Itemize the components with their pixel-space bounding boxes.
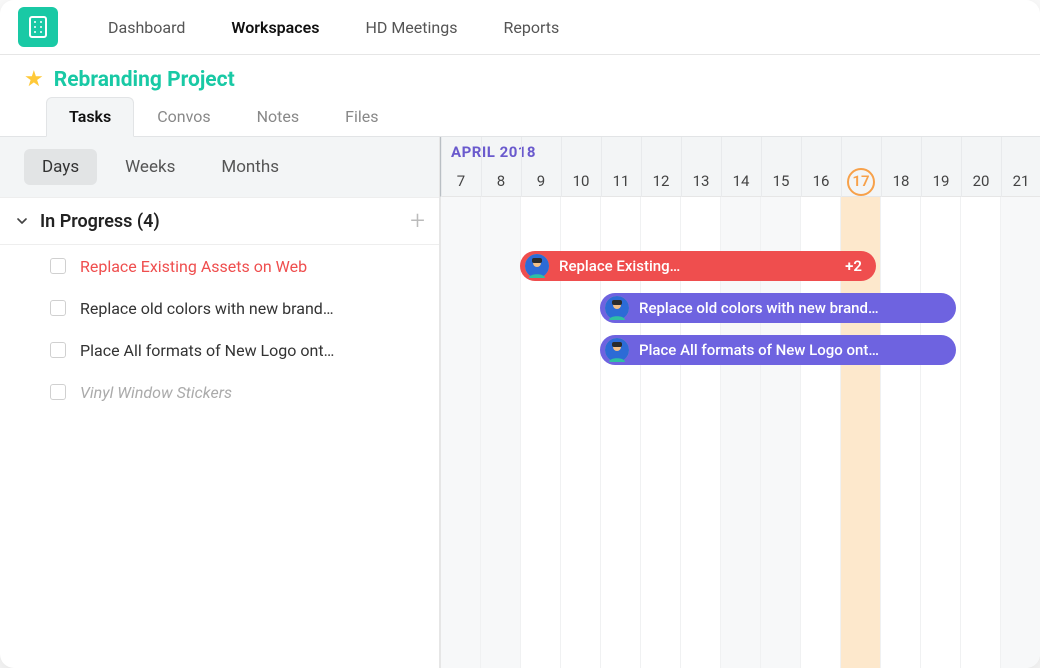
timeline-pane: APRIL 2018 789101112131415161718192021 R… [440,137,1040,668]
timeline-day-cell[interactable]: 11 [601,165,641,197]
timeline-day-row: 789101112131415161718192021 [441,165,1040,197]
tab-tasks[interactable]: Tasks [46,97,134,137]
assignee-avatar [605,338,629,362]
assignee-avatar [605,296,629,320]
add-task-button[interactable]: + [410,208,425,234]
app-logo[interactable] [18,7,58,47]
task-row[interactable]: Replace old colors with new brand… [0,287,439,329]
project-title: Rebranding Project [54,68,235,92]
timeline-day-cell[interactable]: 13 [681,165,721,197]
timeline-body[interactable]: Replace Existing… +2 Replace old colors wi… [440,197,1040,668]
timeline-day-cell[interactable]: 19 [921,165,961,197]
tab-notes[interactable]: Notes [234,97,323,137]
task-checkbox[interactable] [50,342,66,358]
task-list-pane: Days Weeks Months In Progress (4) + Repl… [0,137,440,668]
timeline-bar[interactable]: Place All formats of New Logo ont… [600,335,956,365]
timeline-day-cell[interactable]: 7 [441,165,481,197]
timeline-header: APRIL 2018 789101112131415161718192021 [440,137,1040,197]
task-checkbox[interactable] [50,258,66,274]
task-label: Vinyl Window Stickers [80,383,232,402]
task-checkbox[interactable] [50,300,66,316]
timeline-bar-label: Replace Existing… [559,257,835,275]
nav-hd-meetings[interactable]: HD Meetings [345,10,477,45]
building-icon [26,15,50,39]
star-icon[interactable]: ★ [24,67,44,92]
timeline-bar-label: Replace old colors with new brand… [639,299,942,317]
task-row[interactable]: Replace Existing Assets on Web [0,245,439,287]
timeline-bar[interactable]: Replace old colors with new brand… [600,293,956,323]
group-title: In Progress (4) [40,211,402,232]
app-window: Dashboard Workspaces HD Meetings Reports… [0,0,1040,668]
top-nav: Dashboard Workspaces HD Meetings Reports [0,0,1040,55]
tab-convos[interactable]: Convos [134,97,233,137]
task-row[interactable]: Place All formats of New Logo ont… [0,329,439,371]
tab-files[interactable]: Files [322,97,401,137]
nav-reports[interactable]: Reports [483,10,579,45]
task-label: Replace old colors with new brand… [80,299,334,318]
task-row[interactable]: Vinyl Window Stickers [0,371,439,413]
task-checkbox[interactable] [50,384,66,400]
view-weeks[interactable]: Weeks [107,149,193,185]
timeline-bar[interactable]: Replace Existing… +2 [520,251,876,281]
project-tabs: Tasks Convos Notes Files [24,96,1016,136]
timeline-day-cell[interactable]: 17 [841,165,881,197]
timeline-day-cell[interactable]: 9 [521,165,561,197]
timeline-day-cell[interactable]: 10 [561,165,601,197]
timeline-bar-extra-count: +2 [845,257,862,275]
view-days[interactable]: Days [24,149,97,185]
timeline-day-cell[interactable]: 16 [801,165,841,197]
timeline-bar-label: Place All formats of New Logo ont… [639,341,942,359]
view-months[interactable]: Months [203,149,297,185]
timeline-day-cell[interactable]: 20 [961,165,1001,197]
task-label: Place All formats of New Logo ont… [80,341,334,360]
project-header: ★ Rebranding Project Tasks Convos Notes … [0,55,1040,136]
timeline-period-label: APRIL 2018 [451,143,536,161]
view-switch: Days Weeks Months [0,137,439,197]
timeline-day-cell[interactable]: 8 [481,165,521,197]
assignee-avatar [525,254,549,278]
timeline-day-cell[interactable]: 15 [761,165,801,197]
nav-workspaces[interactable]: Workspaces [211,10,339,45]
group-header[interactable]: In Progress (4) + [0,197,439,245]
timeline-day-cell[interactable]: 14 [721,165,761,197]
nav-dashboard[interactable]: Dashboard [88,10,205,45]
chevron-down-icon [12,211,32,231]
main-split: Days Weeks Months In Progress (4) + Repl… [0,136,1040,668]
timeline-day-cell[interactable]: 18 [881,165,921,197]
task-label: Replace Existing Assets on Web [80,257,307,276]
timeline-day-cell[interactable]: 12 [641,165,681,197]
timeline-day-cell[interactable]: 21 [1001,165,1040,197]
